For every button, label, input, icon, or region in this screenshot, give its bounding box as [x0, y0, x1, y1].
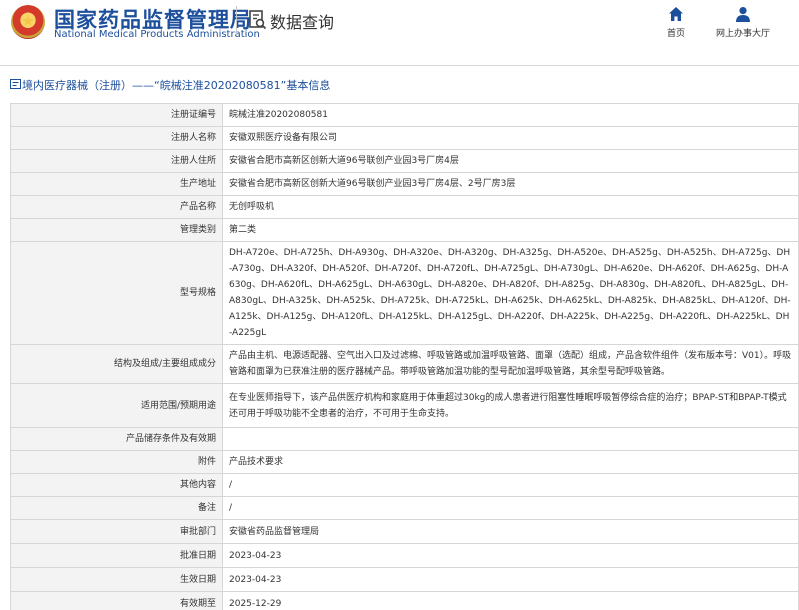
field-value: /: [222, 473, 799, 497]
table-row: 生效日期 2023-04-23: [10, 567, 799, 592]
field-label: 产品名称: [10, 195, 223, 219]
field-value: 皖械注准20202080581: [222, 103, 799, 127]
record-detail-table: 注册证编号 皖械注准20202080581 注册人名称 安徽双熙医疗设备有限公司…: [10, 103, 799, 610]
field-label: 注册人住所: [10, 149, 223, 173]
nav-online-hall-label: 网上办事大厅: [715, 29, 770, 39]
section-title: 数据查询: [270, 13, 335, 32]
table-row: 注册人名称 安徽双熙医疗设备有限公司: [10, 126, 799, 150]
breadcrumb-text: 境内医疗器械（注册）——“皖械注准20202080581”基本信息: [22, 79, 331, 92]
field-value: 安徽省药品监督管理局: [222, 519, 799, 544]
field-value: 第二类: [222, 218, 799, 242]
field-label: 管理类别: [10, 218, 223, 242]
field-value: 在专业医师指导下，该产品供医疗机构和家庭用于体重超过30kg的成人患者进行阻塞性…: [222, 383, 799, 428]
table-row: 附件 产品技术要求: [10, 450, 799, 474]
user-icon: [736, 7, 750, 22]
table-row: 注册证编号 皖械注准20202080581: [10, 103, 799, 127]
field-value: [222, 427, 799, 451]
breadcrumb-icon: [10, 79, 21, 89]
table-row: 结构及组成/主要组成成分 产品由主机、电源适配器、空气出入口及过滤棉、呼吸管路或…: [10, 344, 799, 384]
field-label: 产品储存条件及有效期: [10, 427, 223, 451]
field-label: 批准日期: [10, 543, 223, 568]
nav-online-hall-button[interactable]: 网上办事大厅: [707, 6, 779, 39]
field-label: 审批部门: [10, 519, 223, 544]
table-row: 备注 /: [10, 496, 799, 520]
field-value: 安徽省合肥市高新区创新大道96号联创产业园3号厂房4层: [222, 149, 799, 173]
home-icon: [669, 7, 683, 21]
field-label: 适用范围/预期用途: [10, 383, 223, 428]
field-value: 2023-04-23: [222, 567, 799, 592]
field-label: 有效期至: [10, 591, 223, 610]
field-label: 型号规格: [10, 241, 223, 345]
table-row: 产品名称 无创呼吸机: [10, 195, 799, 219]
field-value: 无创呼吸机: [222, 195, 799, 219]
table-row: 适用范围/预期用途 在专业医师指导下，该产品供医疗机构和家庭用于体重超过30kg…: [10, 383, 799, 428]
table-row: 管理类别 第二类: [10, 218, 799, 242]
field-value: 产品由主机、电源适配器、空气出入口及过滤棉、呼吸管路或加温呼吸管路、面罩（选配）…: [222, 344, 799, 384]
field-label: 备注: [10, 496, 223, 520]
table-row: 批准日期 2023-04-23: [10, 543, 799, 568]
field-label: 附件: [10, 450, 223, 474]
national-emblem-logo: [11, 5, 45, 39]
field-value: 2025-12-29: [222, 591, 799, 610]
table-row: 有效期至 2025-12-29: [10, 591, 799, 610]
field-label: 注册人名称: [10, 126, 223, 150]
breadcrumb: 境内医疗器械（注册）——“皖械注准20202080581”基本信息: [0, 75, 799, 95]
field-value: 安徽省合肥市高新区创新大道96号联创产业园3号厂房4层、2号厂房3层: [222, 172, 799, 196]
header-divider: [236, 6, 237, 36]
field-label: 生效日期: [10, 567, 223, 592]
table-row: 注册人住所 安徽省合肥市高新区创新大道96号联创产业园3号厂房4层: [10, 149, 799, 173]
table-row: 生产地址 安徽省合肥市高新区创新大道96号联创产业园3号厂房4层、2号厂房3层: [10, 172, 799, 196]
nav-home-button[interactable]: 首页: [641, 6, 711, 39]
field-value: 安徽双熙医疗设备有限公司: [222, 126, 799, 150]
field-value: /: [222, 496, 799, 520]
table-row: 审批部门 安徽省药品监督管理局: [10, 519, 799, 544]
field-label: 注册证编号: [10, 103, 223, 127]
site-title-english: National Medical Products Administration: [54, 29, 260, 40]
table-row: 型号规格 DH-A720e、DH-A725h、DH-A930g、DH-A320e…: [10, 241, 799, 345]
field-label: 结构及组成/主要组成成分: [10, 344, 223, 384]
field-value: 产品技术要求: [222, 450, 799, 474]
field-value: 2023-04-23: [222, 543, 799, 568]
field-value: DH-A720e、DH-A725h、DH-A930g、DH-A320e、DH-A…: [222, 241, 799, 345]
data-query-icon: [249, 10, 267, 30]
field-label: 其他内容: [10, 473, 223, 497]
nav-home-label: 首页: [666, 29, 685, 39]
field-label: 生产地址: [10, 172, 223, 196]
table-row: 产品储存条件及有效期: [10, 427, 799, 451]
table-row: 其他内容 /: [10, 473, 799, 497]
site-header: 国家药品监督管理局 National Medical Products Admi…: [0, 0, 799, 66]
